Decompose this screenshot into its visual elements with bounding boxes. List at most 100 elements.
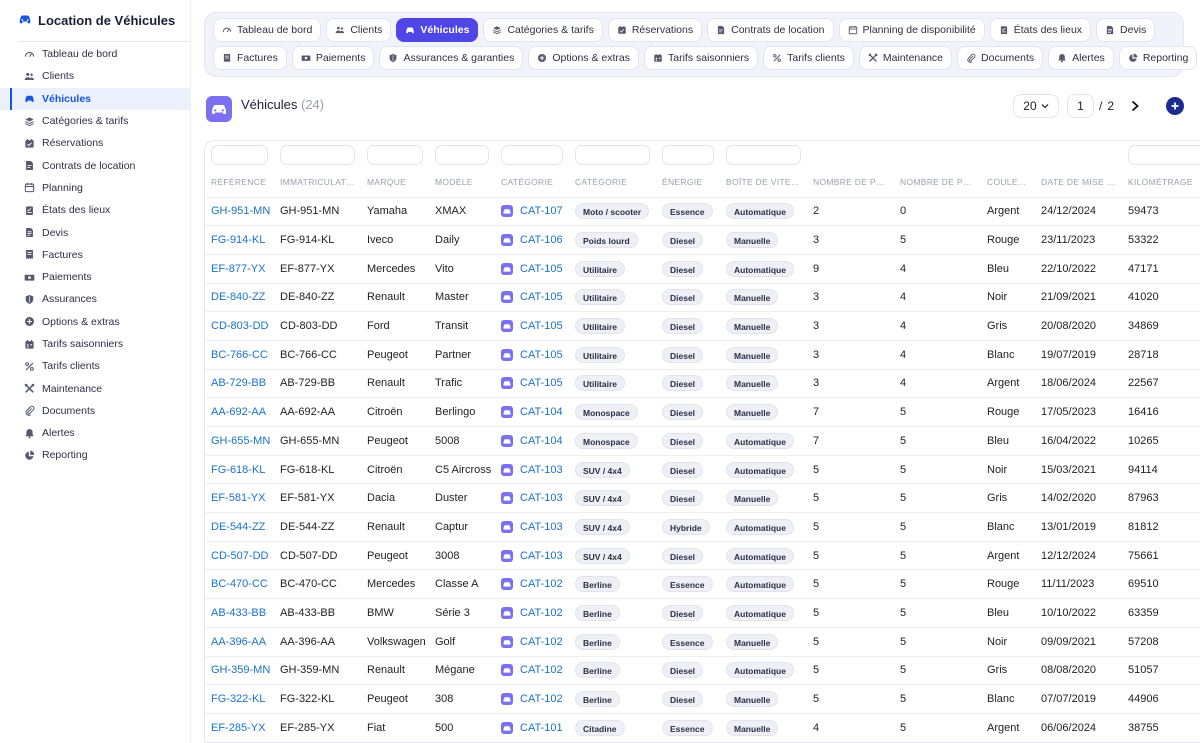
category-link[interactable]: CAT-102 — [501, 664, 563, 677]
reference-link[interactable]: DE-544-ZZ — [211, 521, 265, 533]
table-row[interactable]: EF-285-YX EF-285-YX Fiat 500 CAT-101 Citadine… — [205, 713, 1200, 742]
reference-link[interactable]: FG-322-KL — [211, 693, 265, 705]
add-vehicle-button[interactable] — [1166, 97, 1184, 115]
tab-row1-0[interactable]: Tableau de bord — [213, 18, 322, 42]
sidebar-item-6[interactable]: Planning — [0, 177, 190, 199]
column-header[interactable]: Catégorie — [495, 168, 569, 198]
tab-row2-1[interactable]: Paiements — [291, 46, 375, 70]
table-row[interactable]: DE-544-ZZ DE-544-ZZ Renault Captur CAT-103 SU… — [205, 512, 1200, 542]
column-header[interactable]: Modèle — [429, 168, 495, 198]
reference-link[interactable]: GH-359-MN — [211, 664, 270, 676]
table-row[interactable]: EF-877-YX EF-877-YX Mercedes Vito CAT-105 Uti… — [205, 254, 1200, 284]
category-link[interactable]: CAT-106 — [501, 234, 563, 247]
tab-row2-6[interactable]: Maintenance — [858, 46, 953, 70]
sidebar-item-4[interactable]: Réservations — [0, 132, 190, 154]
category-link[interactable]: CAT-104 — [501, 406, 563, 419]
tab-row1-5[interactable]: Contrats de location — [707, 18, 834, 42]
tab-row1-1[interactable]: Clients — [326, 18, 392, 42]
reference-link[interactable]: BC-470-CC — [211, 578, 268, 590]
sidebar-item-12[interactable]: Options & extras — [0, 311, 190, 333]
column-header[interactable]: Immatriculation — [274, 168, 361, 198]
category-link[interactable]: CAT-102 — [501, 606, 563, 619]
column-filter-input[interactable] — [367, 144, 423, 165]
table-row[interactable]: FG-914-KL FG-914-KL Iveco Daily CAT-106 Poids… — [205, 225, 1200, 255]
category-link[interactable]: CAT-102 — [501, 578, 563, 591]
sidebar-item-2[interactable]: Véhicules — [0, 87, 190, 111]
table-row[interactable]: AA-692-AA AA-692-AA Citroën Berlingo CAT-104… — [205, 397, 1200, 427]
reference-link[interactable]: EF-877-YX — [211, 263, 265, 275]
sidebar-item-7[interactable]: États des lieux — [0, 199, 190, 221]
next-page-button[interactable] — [1128, 99, 1142, 113]
column-header[interactable]: Référence — [205, 168, 274, 198]
column-filter-input[interactable] — [1128, 144, 1200, 165]
category-link[interactable]: CAT-102 — [501, 693, 563, 706]
tab-row2-5[interactable]: Tarifs clients — [763, 46, 854, 70]
tab-row1-4[interactable]: Réservations — [607, 18, 703, 42]
table-row[interactable]: BC-470-CC BC-470-CC Mercedes Classe A CAT-10… — [205, 569, 1200, 600]
tab-row2-8[interactable]: Alertes — [1048, 46, 1114, 70]
table-row[interactable]: GH-655-MN GH-655-MN Peugeot 5008 CAT-104 Mono… — [205, 426, 1200, 456]
reference-link[interactable]: AB-433-BB — [211, 607, 266, 619]
category-link[interactable]: CAT-102 — [501, 635, 563, 648]
category-link[interactable]: CAT-103 — [501, 549, 563, 562]
tab-row2-3[interactable]: Options & extras — [528, 46, 639, 70]
column-header[interactable]: Couleur — [981, 168, 1035, 198]
tab-row1-2[interactable]: Véhicules — [396, 18, 479, 42]
sidebar-item-1[interactable]: Clients — [0, 65, 190, 87]
column-header[interactable]: Date de mise en circulation — [1035, 168, 1122, 198]
reference-link[interactable]: CD-803-DD — [211, 320, 268, 332]
reference-link[interactable]: CD-507-DD — [211, 550, 268, 562]
reference-link[interactable]: EF-581-YX — [211, 492, 265, 504]
tab-row2-9[interactable]: Reporting — [1118, 46, 1198, 70]
category-link[interactable]: CAT-103 — [501, 492, 563, 505]
tab-row2-4[interactable]: Tarifs saisonniers — [644, 46, 759, 70]
category-link[interactable]: CAT-105 — [501, 348, 563, 361]
category-link[interactable]: CAT-104 — [501, 434, 563, 447]
category-link[interactable]: CAT-105 — [501, 320, 563, 333]
sidebar-item-8[interactable]: Devis — [0, 221, 190, 243]
sidebar-item-11[interactable]: Assurances — [0, 288, 190, 310]
reference-link[interactable]: BC-766-CC — [211, 349, 268, 361]
sidebar-item-16[interactable]: Documents — [0, 400, 190, 422]
category-link[interactable]: CAT-103 — [501, 520, 563, 533]
sidebar-item-9[interactable]: Factures — [0, 244, 190, 266]
reference-link[interactable]: AA-692-AA — [211, 406, 266, 418]
sidebar-item-15[interactable]: Maintenance — [0, 377, 190, 399]
table-row[interactable]: GH-359-MN GH-359-MN Renault Mégane CAT-102 Be… — [205, 656, 1200, 686]
reference-link[interactable]: FG-618-KL — [211, 464, 265, 476]
per-page-select[interactable]: 20 — [1012, 94, 1059, 118]
page-number-input[interactable]: 1 — [1066, 94, 1094, 118]
category-link[interactable]: CAT-105 — [501, 262, 563, 275]
table-row[interactable]: DE-840-ZZ DE-840-ZZ Renault Master CAT-105 Ut… — [205, 283, 1200, 313]
table-row[interactable]: AB-433-BB AB-433-BB BMW Série 3 CAT-102 Berli… — [205, 598, 1200, 628]
sidebar-item-5[interactable]: Contrats de location — [0, 154, 190, 176]
reference-link[interactable]: FG-914-KL — [211, 234, 265, 246]
sidebar-item-13[interactable]: Tarifs saisonniers — [0, 333, 190, 355]
column-filter-input[interactable] — [662, 144, 714, 165]
table-row[interactable]: GH-951-MN GH-951-MN Yamaha XMAX CAT-107 Moto … — [205, 197, 1200, 227]
tab-row1-3[interactable]: Catégories & tarifs — [483, 18, 603, 42]
sidebar-item-18[interactable]: Reporting — [0, 444, 190, 466]
tab-row1-7[interactable]: États des lieux — [989, 18, 1092, 42]
column-header[interactable]: Nombre de places — [807, 168, 894, 198]
column-header[interactable]: Boîte de vitesses — [720, 168, 807, 198]
table-row[interactable]: BC-766-CC BC-766-CC Peugeot Partner CAT-105 U… — [205, 340, 1200, 370]
table-row[interactable]: AB-729-BB AB-729-BB Renault Trafic CAT-105 Ut… — [205, 369, 1200, 399]
category-link[interactable]: CAT-101 — [501, 721, 563, 734]
column-header[interactable]: Nombre de portes — [894, 168, 981, 198]
column-filter-input[interactable] — [280, 144, 355, 165]
column-header[interactable]: Kilométrage — [1122, 168, 1200, 198]
reference-link[interactable]: AB-729-BB — [211, 377, 266, 389]
sidebar-item-0[interactable]: Tableau de bord — [0, 43, 190, 65]
sidebar-item-14[interactable]: Tarifs clients — [0, 355, 190, 377]
table-row[interactable]: AA-396-AA AA-396-AA Volkswagen Golf CAT-102 B… — [205, 627, 1200, 657]
sidebar-item-17[interactable]: Alertes — [0, 422, 190, 444]
category-link[interactable]: CAT-107 — [501, 205, 563, 218]
reference-link[interactable]: AA-396-AA — [211, 636, 266, 648]
column-filter-input[interactable] — [575, 144, 650, 165]
category-link[interactable]: CAT-105 — [501, 377, 563, 390]
tab-row1-6[interactable]: Planning de disponibilité — [838, 18, 985, 42]
table-row[interactable]: CD-507-DD CD-507-DD Peugeot 3008 CAT-103 SUV … — [205, 541, 1200, 571]
reference-link[interactable]: GH-655-MN — [211, 435, 270, 447]
column-filter-input[interactable] — [211, 144, 268, 165]
